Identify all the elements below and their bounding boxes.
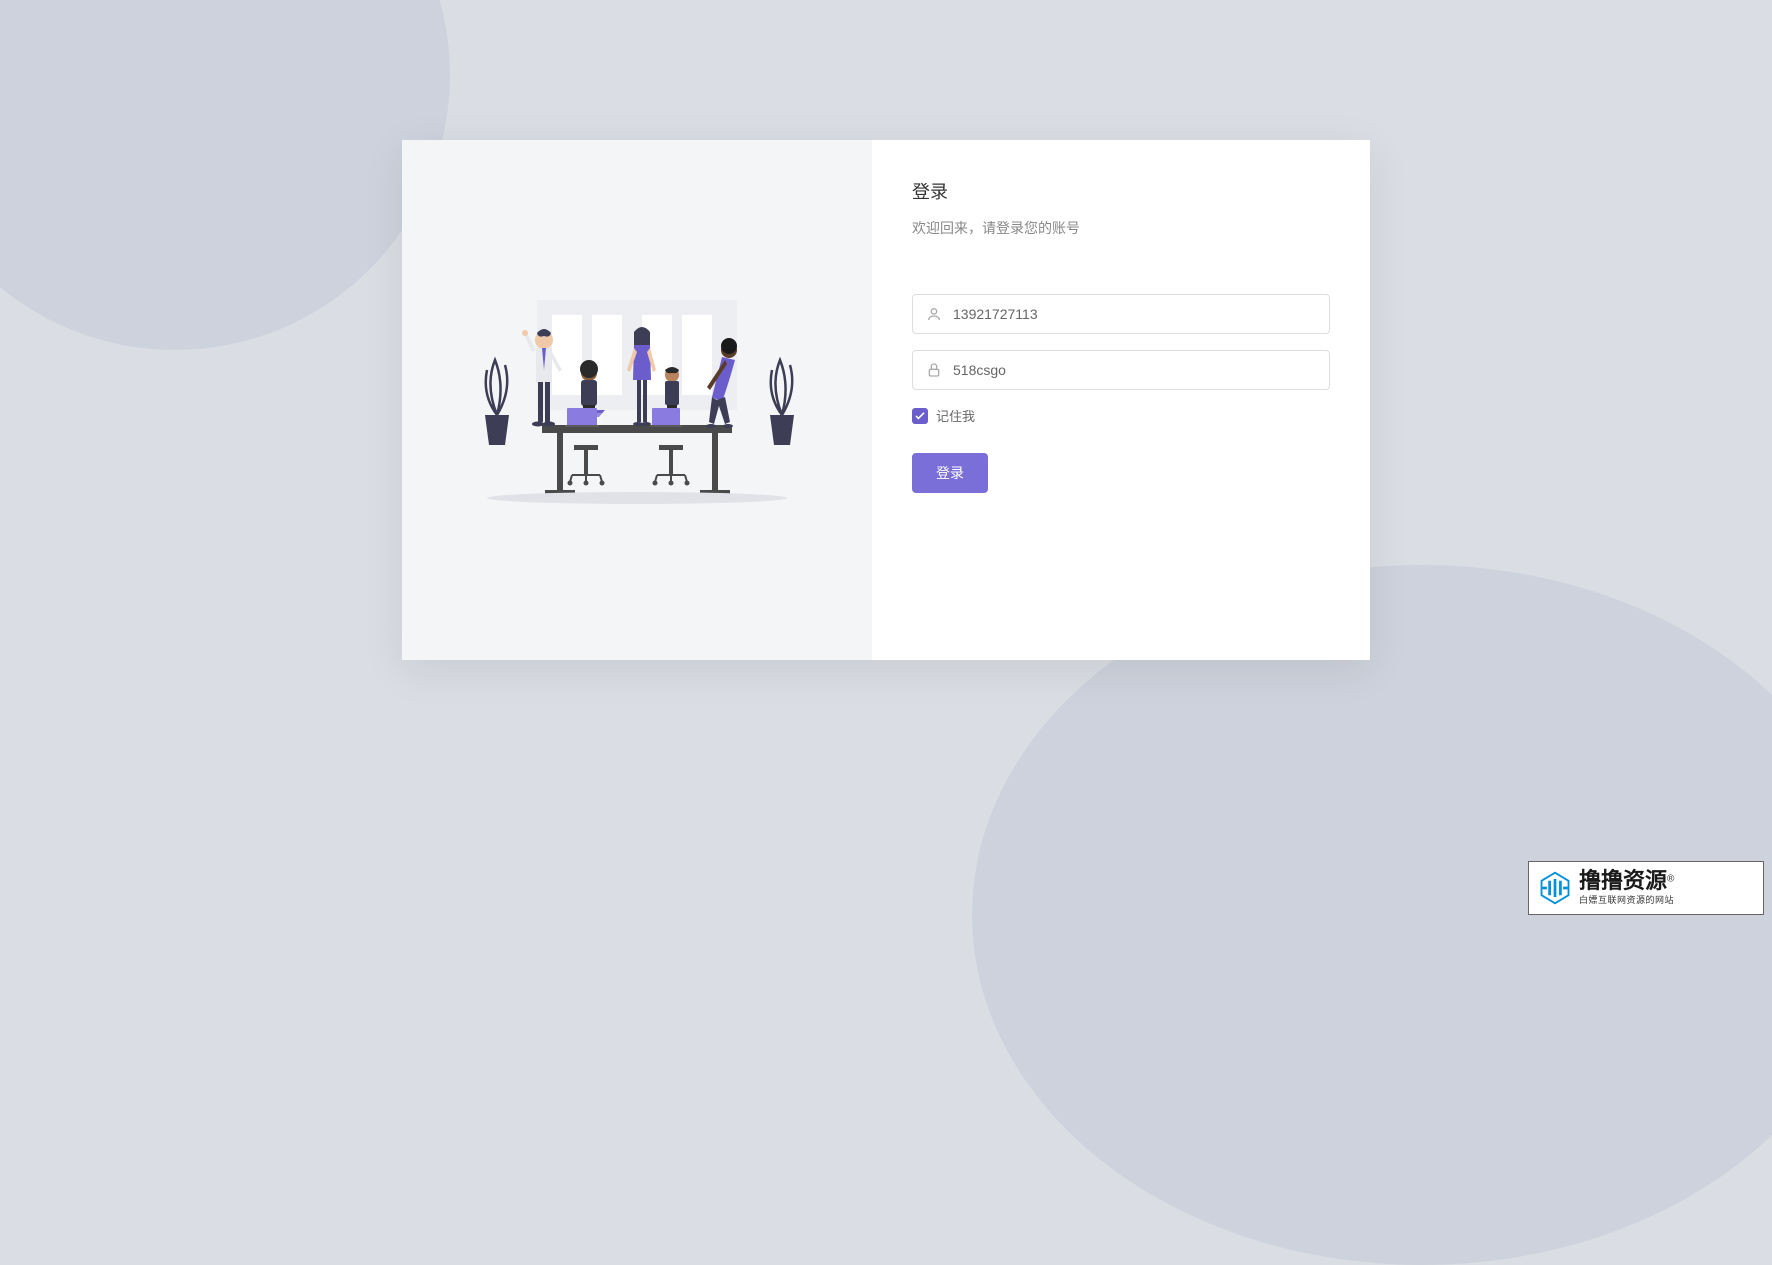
- watermark-logo-icon: [1537, 870, 1573, 906]
- watermark-registered: ®: [1667, 874, 1674, 885]
- team-illustration: [467, 270, 807, 530]
- background-shape-top: [0, 0, 450, 350]
- login-button[interactable]: 登录: [912, 453, 988, 493]
- user-icon: [926, 306, 942, 322]
- password-group: [912, 350, 1330, 390]
- background-shape-bottom: [972, 565, 1772, 1265]
- password-input[interactable]: [912, 350, 1330, 390]
- remember-label: 记住我: [936, 406, 975, 425]
- lock-icon: [926, 362, 942, 378]
- watermark-title: 撸撸资源: [1579, 868, 1667, 893]
- login-card: 登录 欢迎回来，请登录您的账号 记: [402, 140, 1370, 660]
- remember-row: 记住我: [912, 406, 1330, 425]
- illustration-panel: [402, 140, 872, 660]
- username-group: [912, 294, 1330, 334]
- login-title: 登录: [912, 178, 1330, 204]
- watermark-subtitle: 白嫖互联网资源的网站: [1579, 893, 1674, 906]
- login-subtitle: 欢迎回来，请登录您的账号: [912, 218, 1330, 238]
- watermark-badge: 撸撸资源® 白嫖互联网资源的网站: [1528, 861, 1764, 915]
- login-form-panel: 登录 欢迎回来，请登录您的账号 记: [872, 140, 1370, 660]
- watermark-text-wrap: 撸撸资源® 白嫖互联网资源的网站: [1579, 870, 1674, 906]
- username-input[interactable]: [912, 294, 1330, 334]
- remember-checkbox[interactable]: [912, 408, 928, 424]
